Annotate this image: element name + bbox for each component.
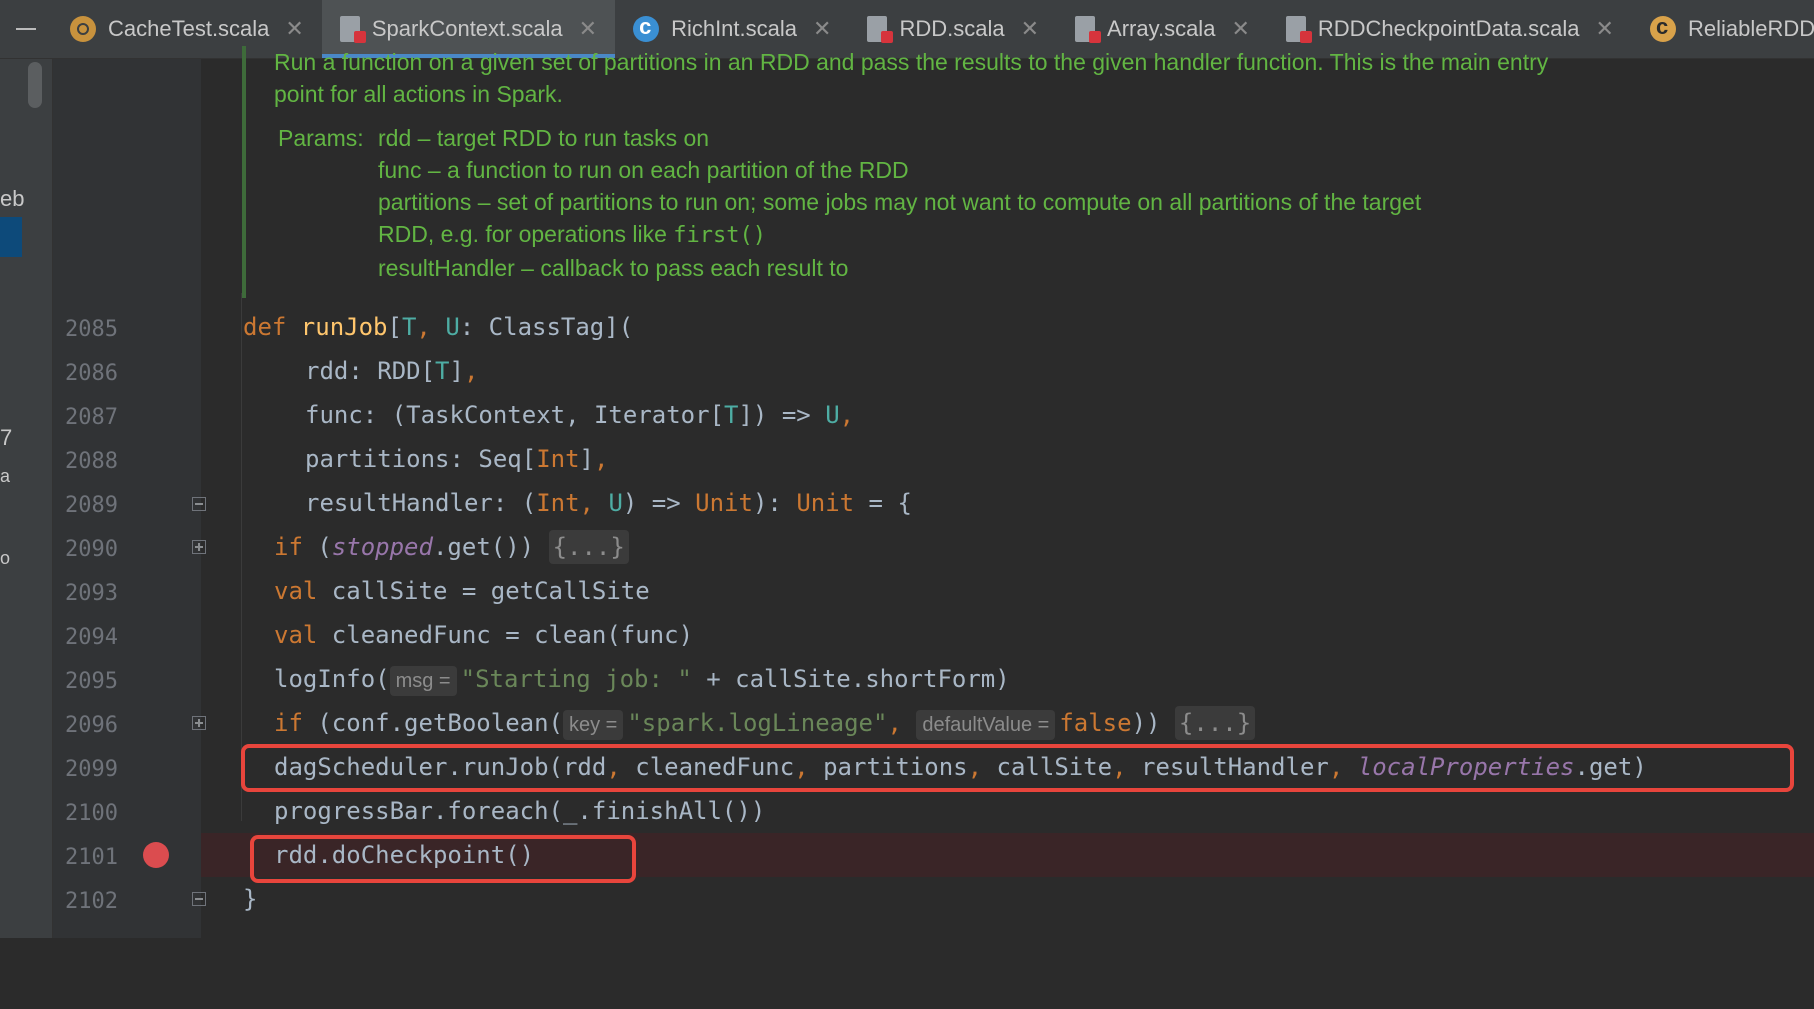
line-number: 2089 <box>65 493 118 518</box>
punctuation: , <box>839 401 855 429</box>
code-token: cleanedFunc = clean(func) <box>331 621 694 649</box>
type-param: U <box>825 401 840 429</box>
punctuation: , <box>594 445 609 473</box>
punctuation: , <box>463 357 479 385</box>
minus-icon <box>16 28 36 30</box>
code-token: ] <box>579 445 594 473</box>
code-token: (conf.getBoolean( <box>317 709 563 737</box>
parameter-hint: key = <box>563 710 624 740</box>
string-literal: "spark.logLineage" <box>627 709 888 737</box>
code-line-2094: val cleanedFunc = clean(func) <box>201 613 1814 657</box>
panel-fragment-text: a <box>0 466 11 486</box>
line-number: 2087 <box>65 405 118 430</box>
code-token: : ClassTag]( <box>459 313 634 341</box>
code-line-2095: logInfo(msg = "Starting job: " + callSite… <box>201 657 1814 701</box>
code-token: + callSite.shortForm) <box>691 665 1010 693</box>
type-name: Unit <box>796 489 855 517</box>
code-token: ): <box>752 489 797 517</box>
keyword: val <box>274 621 332 649</box>
line-number: 2099 <box>65 757 118 782</box>
line-number: 2096 <box>65 713 118 738</box>
punctuation: , <box>887 709 917 737</box>
code-line-2093: val callSite = getCallSite <box>201 569 1814 613</box>
type-param: T <box>724 401 739 429</box>
code-token: [ <box>387 313 402 341</box>
highlight-box-docheckpoint <box>250 835 636 883</box>
type-name: Int <box>536 445 580 473</box>
line-number: 2088 <box>65 449 118 474</box>
code-line-2087: func: (TaskContext, Iterator[T]) => U, <box>201 393 1814 437</box>
field-name: stopped <box>331 533 433 561</box>
code-line-2089: resultHandler: (Int, U) => Unit): Unit =… <box>201 481 1814 525</box>
type-name: Unit <box>695 489 753 517</box>
code-token: func: (TaskContext, Iterator[ <box>305 401 725 429</box>
line-number: 2102 <box>65 889 118 914</box>
code-token: logInfo( <box>274 665 390 693</box>
code-editor[interactable]: def runJob[T, U: ClassTag]( rdd: RDD[T],… <box>201 0 1814 938</box>
type-name: Int <box>536 489 580 517</box>
code-token: resultHandler: ( <box>305 489 537 517</box>
parameter-hint: defaultValue = <box>916 710 1056 740</box>
keyword: if <box>274 709 318 737</box>
line-number: 2090 <box>65 537 118 562</box>
code-line-2090: if (stopped.get()) {...} <box>201 525 1814 569</box>
function-name: runJob <box>300 313 388 341</box>
string-literal: "Starting job: " <box>460 665 692 693</box>
line-number: 2100 <box>65 801 118 826</box>
code-token: ] <box>449 357 464 385</box>
breakpoint-icon[interactable] <box>143 842 169 868</box>
keyword: def <box>243 313 301 341</box>
code-token: .get()) <box>432 533 549 561</box>
code-token: ) => <box>622 489 696 517</box>
punctuation: , <box>579 489 609 517</box>
folded-block[interactable]: {...} <box>548 530 629 564</box>
keyword: val <box>274 577 332 605</box>
panel-fragment-text: eb <box>0 186 25 211</box>
code-token: partitions: Seq[ <box>305 445 537 473</box>
punctuation: , <box>416 313 446 341</box>
line-number: 2085 <box>65 317 118 342</box>
code-line-2100: progressBar.foreach(_.finishAll()) <box>201 789 1814 833</box>
code-token: ]) => <box>738 401 826 429</box>
panel-fragment-text: o <box>0 548 11 568</box>
type-param: T <box>435 357 450 385</box>
type-param: T <box>401 313 417 341</box>
folded-block[interactable]: {...} <box>1174 706 1256 740</box>
scala-object-icon <box>70 16 96 42</box>
keyword: if <box>274 533 318 561</box>
keyword: false <box>1059 709 1132 737</box>
panel-fragment-text: 7 <box>0 425 13 450</box>
code-line-2085: def runJob[T, U: ClassTag]( <box>201 305 1814 349</box>
menu-button[interactable] <box>0 0 52 58</box>
parameter-hint: msg = <box>389 666 457 696</box>
code-token: )) <box>1131 709 1175 737</box>
highlight-box-runjob <box>241 744 1794 792</box>
code-token: rdd: RDD[ <box>305 357 436 385</box>
line-number: 2094 <box>65 625 118 650</box>
code-line-2086: rdd: RDD[T], <box>201 349 1814 393</box>
code-line-2102: } <box>201 877 1814 921</box>
code-line-2088: partitions: Seq[Int], <box>201 437 1814 481</box>
type-param: U <box>608 489 623 517</box>
type-param: U <box>445 313 460 341</box>
code-token: ( <box>317 533 332 561</box>
line-number: 2095 <box>65 669 118 694</box>
code-token: } <box>243 885 258 913</box>
line-number: 2086 <box>65 361 118 386</box>
code-token: progressBar.foreach(_.finishAll()) <box>274 797 766 825</box>
line-number: 2093 <box>65 581 118 606</box>
panel-scrollbar[interactable] <box>28 62 42 108</box>
code-line-2096: if (conf.getBoolean(key = "spark.logLinea… <box>201 701 1814 745</box>
panel-selected-row[interactable] <box>0 217 22 257</box>
code-token: callSite = getCallSite <box>331 577 650 605</box>
editor-gutter: 2085 2086 2087 2088 2089 2090 2093 2094 … <box>53 59 201 938</box>
code-token: = { <box>854 489 912 517</box>
